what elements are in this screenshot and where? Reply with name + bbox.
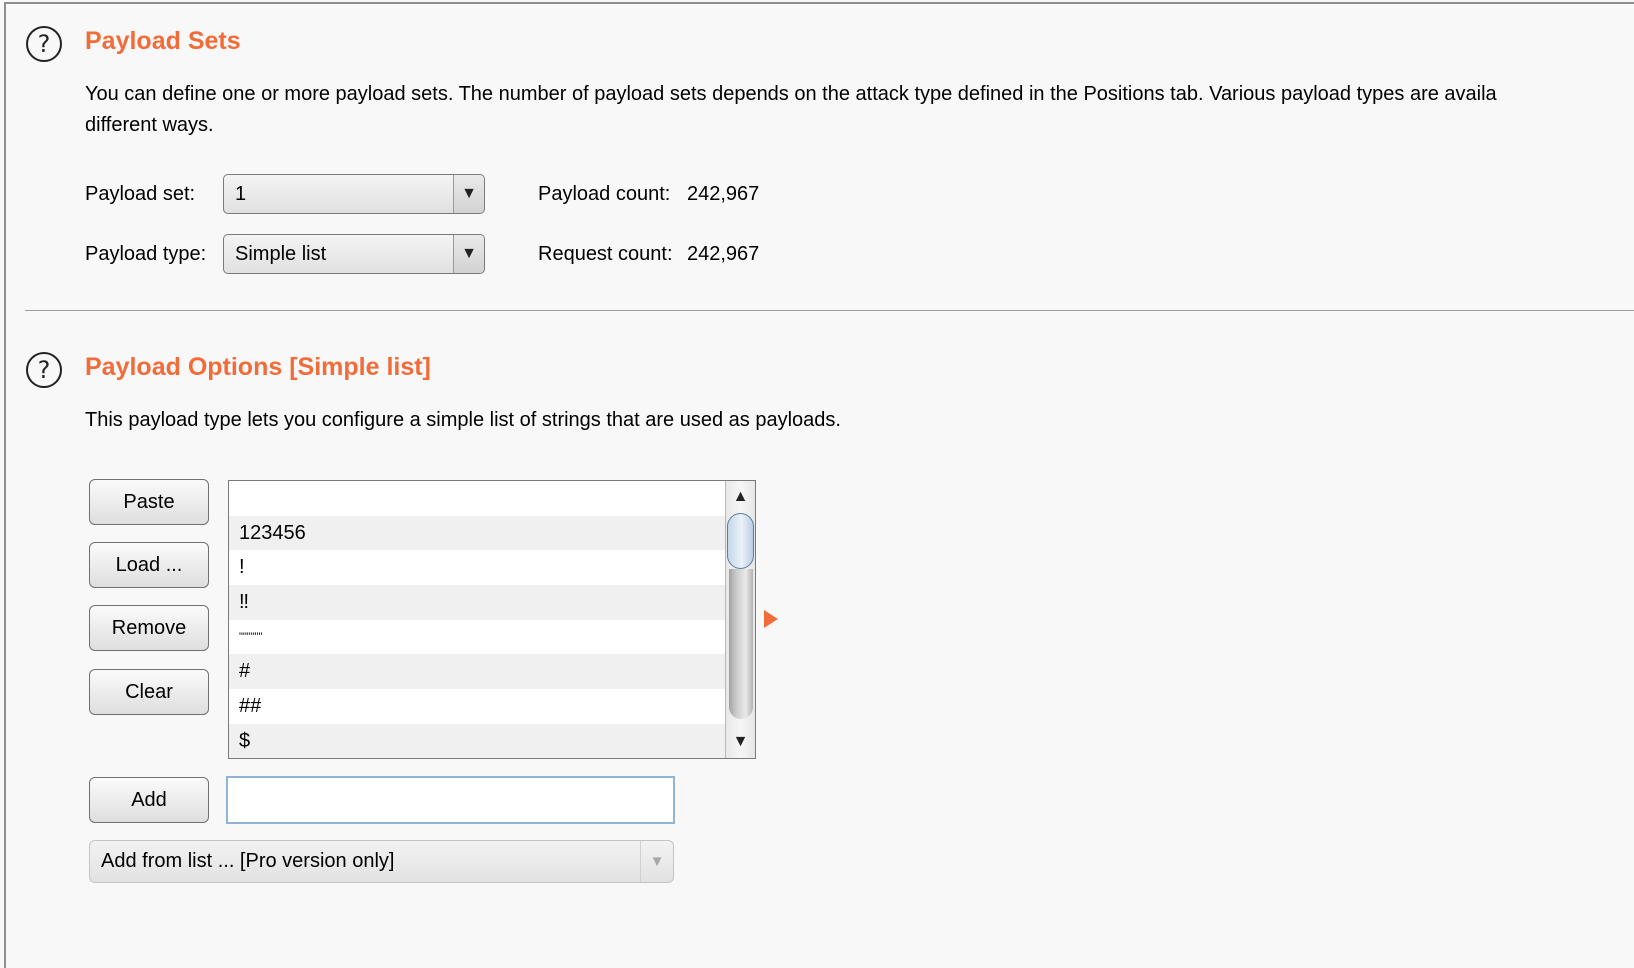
payload-options-description: This payload type lets you configure a s… [85, 409, 841, 431]
request-count-label: Request count: [538, 243, 673, 265]
panel-border-top [4, 2, 1634, 4]
payload-sets-description-line2: different ways. [85, 114, 214, 136]
scrollbar-thumb[interactable] [727, 513, 754, 569]
payload-type-value: Simple list [235, 243, 327, 265]
chevron-down-icon[interactable]: ▼ [453, 175, 484, 213]
add-payload-input[interactable] [226, 776, 675, 824]
remove-button[interactable]: Remove [89, 605, 209, 651]
panel-border-left [4, 2, 6, 968]
payload-options-title: Payload Options [Simple list] [85, 353, 431, 381]
payload-list[interactable]: 123456 ! ‼ """""" # ## $ ▲ ▼ [228, 480, 756, 759]
payload-set-label: Payload set: [85, 183, 196, 205]
scroll-up-icon[interactable]: ▲ [726, 483, 755, 511]
add-button[interactable]: Add [89, 777, 209, 823]
list-item[interactable] [229, 481, 725, 516]
payload-count-label: Payload count: [538, 183, 671, 205]
section-divider [25, 310, 1634, 311]
add-from-list-value: Add from list ... [Pro version only] [101, 850, 395, 872]
load-button[interactable]: Load ... [89, 542, 209, 588]
list-item[interactable]: """""" [229, 620, 725, 655]
payload-list-items: 123456 ! ‼ """""" # ## $ [229, 481, 725, 758]
payload-type-label: Payload type: [85, 243, 207, 265]
scrollbar-track [729, 569, 753, 719]
expand-arrow-icon[interactable] [764, 610, 778, 628]
list-item[interactable]: 123456 [229, 515, 725, 551]
clear-button[interactable]: Clear [89, 669, 209, 715]
list-item[interactable]: ‼ [229, 585, 725, 620]
add-from-list-select[interactable]: Add from list ... [Pro version only] ▼ [89, 840, 674, 883]
chevron-down-icon[interactable]: ▼ [453, 235, 484, 273]
scroll-down-icon[interactable]: ▼ [726, 728, 755, 756]
list-item[interactable]: ! [229, 550, 725, 585]
payload-sets-description-line1: You can define one or more payload sets.… [85, 83, 1497, 105]
intruder-payloads-panel: ? Payload Sets You can define one or mor… [0, 0, 1634, 968]
list-item[interactable]: $ [229, 723, 725, 758]
chevron-down-icon[interactable]: ▼ [640, 841, 673, 882]
request-count-value: 242,967 [687, 243, 760, 265]
payload-sets-title: Payload Sets [85, 27, 241, 55]
help-icon[interactable]: ? [26, 352, 62, 388]
payload-set-value: 1 [235, 183, 247, 205]
payload-type-select[interactable]: Simple list ▼ [223, 234, 485, 274]
payload-count-value: 242,967 [687, 183, 760, 205]
payload-set-select[interactable]: 1 ▼ [223, 174, 485, 214]
vertical-scrollbar[interactable]: ▲ ▼ [725, 481, 755, 758]
paste-button[interactable]: Paste [89, 479, 209, 525]
help-icon[interactable]: ? [26, 26, 62, 62]
list-item[interactable]: # [229, 654, 725, 690]
list-item[interactable]: ## [229, 689, 725, 724]
